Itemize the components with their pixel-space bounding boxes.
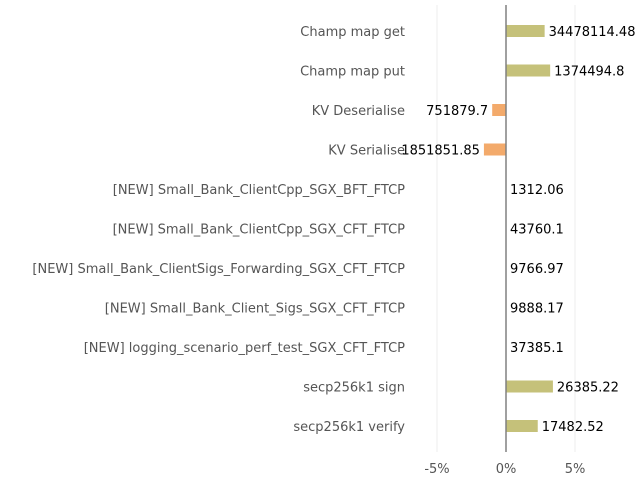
- bar: [506, 25, 545, 37]
- bar: [506, 420, 538, 432]
- bar-chart: Champ map get Champ map put KV Deserialise…: [32, 5, 635, 477]
- category-label: [NEW] Small_Bank_Client_Sigs_SGX_CFT_FTC…: [105, 302, 405, 317]
- value-label: 9888.17: [510, 302, 564, 317]
- category-label: [NEW] logging_scenario_perf_test_SGX_CFT…: [84, 341, 405, 356]
- x-tick-label: 5%: [565, 462, 586, 477]
- bar: [506, 380, 553, 393]
- value-label: 1374494.8: [554, 65, 624, 80]
- x-tick-labels: -5% 0% 5%: [424, 462, 585, 477]
- value-label: 43760.1: [510, 223, 564, 238]
- bar: [483, 143, 506, 156]
- bar: [506, 64, 551, 77]
- category-label: [NEW] Small_Bank_ClientSigs_Forwarding_S…: [32, 262, 405, 277]
- category-label: Champ map get: [300, 25, 405, 40]
- category-label: KV Serialise: [328, 144, 405, 159]
- value-label: 1851851.85: [401, 144, 480, 159]
- bar: [492, 104, 506, 116]
- value-label: 37385.1: [510, 341, 564, 356]
- value-label: 751879.7: [426, 104, 488, 119]
- x-tick-label: 0%: [496, 462, 517, 477]
- category-label: Champ map put: [300, 65, 405, 80]
- value-labels: 34478114.48 1374494.8 751879.7 1851851.85 13…: [401, 25, 635, 435]
- value-label: 1312.06: [510, 183, 564, 198]
- value-label: 9766.97: [510, 262, 564, 277]
- value-label: 17482.52: [542, 420, 604, 435]
- category-label: [NEW] Small_Bank_ClientCpp_SGX_CFT_FTCP: [113, 223, 406, 238]
- value-label: 26385.22: [557, 381, 619, 396]
- category-label: [NEW] Small_Bank_ClientCpp_SGX_BFT_FTCP: [113, 183, 405, 198]
- category-labels: Champ map get Champ map put KV Deserialise…: [32, 25, 405, 435]
- category-label: secp256k1 sign: [303, 381, 405, 396]
- category-label: secp256k1 verify: [293, 420, 405, 435]
- value-label: 34478114.48: [549, 25, 636, 40]
- x-tick-label: -5%: [424, 462, 449, 477]
- category-label: KV Deserialise: [312, 104, 405, 119]
